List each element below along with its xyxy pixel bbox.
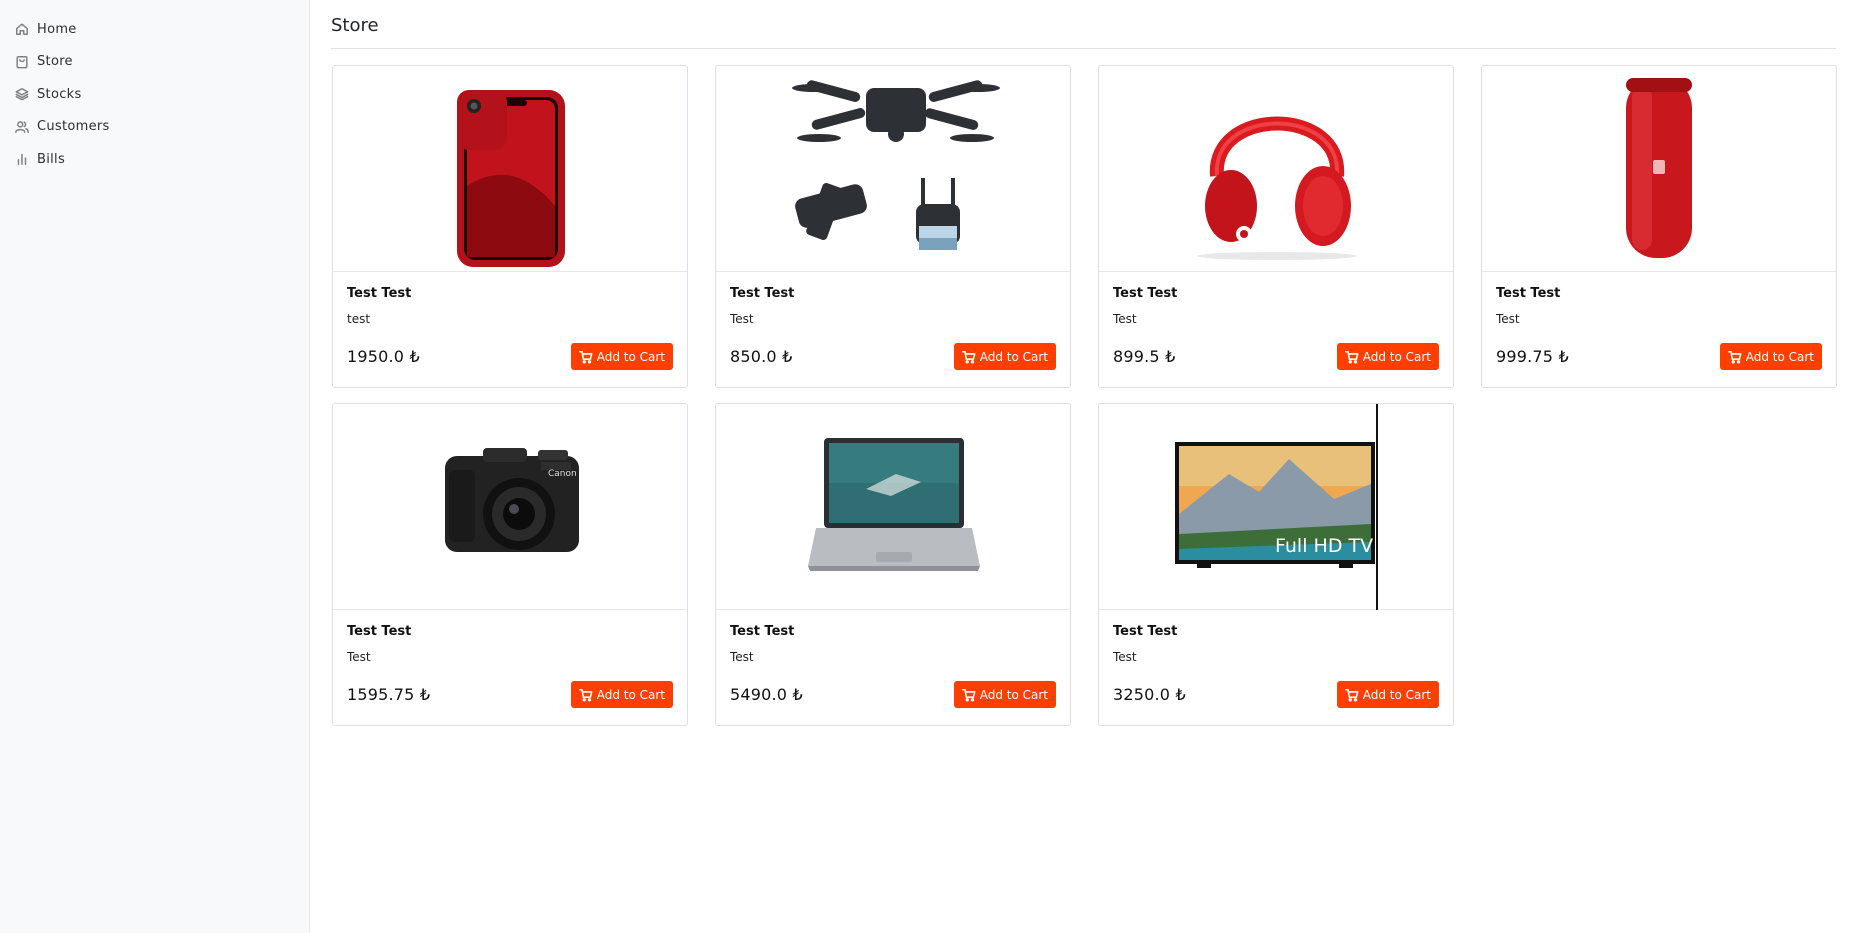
add-to-cart-button[interactable]: Add to Cart [1336,343,1439,370]
cart-icon [1344,350,1359,363]
add-to-cart-button[interactable]: Add to Cart [570,343,673,370]
product-description: Test [730,650,754,664]
product-price: 3250.0 ₺ [1113,685,1186,704]
add-to-cart-button[interactable]: Add to Cart [1336,681,1439,708]
product-image [333,66,687,272]
product-description: Test [730,312,754,326]
product-card: Canon Test Test Test 1595.75 ₺ Add to Ca… [332,403,688,726]
product-card: Test Test Test 850.0 ₺ Add to Cart [715,65,1071,388]
bag-icon [14,54,30,70]
add-to-cart-label: Add to Cart [596,349,665,364]
svg-text:Canon: Canon [548,469,577,479]
cart-icon [1344,688,1359,701]
add-to-cart-button[interactable]: Add to Cart [953,681,1056,708]
cart-icon [578,688,593,701]
product-price: 850.0 ₺ [730,347,793,366]
product-card: Test Test test 1950.0 ₺ Add to Cart [332,65,688,388]
add-to-cart-label: Add to Cart [979,687,1048,702]
product-title: Test Test [347,624,412,639]
cart-icon [578,350,593,363]
add-to-cart-label: Add to Cart [979,349,1048,364]
product-price: 5490.0 ₺ [730,685,803,704]
cart-icon [1727,350,1742,363]
main-content: Store Test Test test 1950.0 ₺ Add to Car… [331,0,1837,726]
product-title: Test Test [1113,286,1178,301]
sidebar-item-label: Bills [37,151,66,167]
product-card: Test Test Test 5490.0 ₺ Add to Cart [715,403,1071,726]
add-to-cart-label: Add to Cart [1745,349,1814,364]
sidebar-item-label: Store [37,54,73,70]
sidebar-item-label: Customers [37,119,110,135]
product-image [716,66,1070,272]
product-description: test [347,312,371,326]
product-description: Test [1113,650,1137,664]
cart-icon [961,688,976,701]
add-to-cart-button[interactable]: Add to Cart [570,681,673,708]
product-title: Test Test [1496,286,1561,301]
product-price: 1950.0 ₺ [347,347,420,366]
sidebar-item-customers[interactable]: Customers [0,111,309,144]
add-to-cart-label: Add to Cart [1362,687,1431,702]
page-title: Store [331,0,1836,49]
product-title: Test Test [730,624,795,639]
product-description: Test [347,650,371,664]
product-image [1482,66,1836,272]
product-image: Canon [333,404,687,610]
add-to-cart-button[interactable]: Add to Cart [1719,343,1822,370]
product-price: 1595.75 ₺ [347,685,431,704]
bar-chart-icon [14,151,30,167]
sidebar: Home Store Stocks Customers Bills [0,0,310,933]
tv-screen-text: Full HD TV [1275,535,1373,557]
product-description: Test [1496,312,1520,326]
product-card: Full HD TV Test Test Test 3250.0 ₺ Add t… [1098,403,1454,726]
sidebar-item-label: Home [37,21,77,37]
sidebar-item-stocks[interactable]: Stocks [0,78,309,111]
product-price: 899.5 ₺ [1113,347,1176,366]
add-to-cart-label: Add to Cart [596,687,665,702]
sidebar-item-label: Stocks [37,86,82,102]
product-title: Test Test [730,286,795,301]
add-to-cart-button[interactable]: Add to Cart [953,343,1056,370]
product-image [1099,66,1453,272]
product-card: Test Test Test 899.5 ₺ Add to Cart [1098,65,1454,388]
product-image [716,404,1070,610]
add-to-cart-label: Add to Cart [1362,349,1431,364]
product-card: Test Test Test 999.75 ₺ Add to Cart [1481,65,1837,388]
users-icon [14,119,30,135]
product-price: 999.75 ₺ [1496,347,1569,366]
layers-icon [14,86,30,102]
sidebar-item-store[interactable]: Store [0,46,309,79]
product-image: Full HD TV [1099,404,1453,610]
product-title: Test Test [1113,624,1178,639]
sidebar-item-home[interactable]: Home [0,13,309,46]
cart-icon [961,350,976,363]
home-icon [14,21,30,37]
product-description: Test [1113,312,1137,326]
sidebar-item-bills[interactable]: Bills [0,143,309,176]
product-title: Test Test [347,286,412,301]
